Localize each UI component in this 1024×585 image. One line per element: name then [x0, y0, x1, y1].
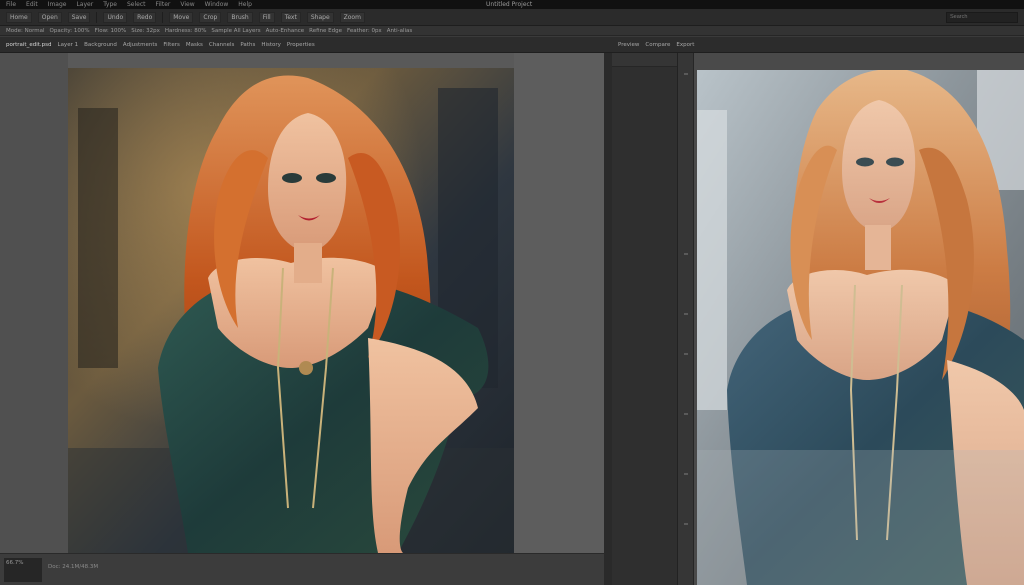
- home-button[interactable]: Home: [6, 11, 32, 23]
- canvas-pasteboard-left: [0, 53, 68, 553]
- scroll-tick: [684, 253, 688, 255]
- edited-portrait-image[interactable]: [68, 68, 514, 553]
- menu-view[interactable]: View: [180, 1, 194, 8]
- scroll-tick: [684, 313, 688, 315]
- move-tool-button[interactable]: Move: [169, 11, 194, 23]
- tab-compare[interactable]: Compare: [645, 42, 670, 48]
- toolbar-divider: [162, 11, 164, 23]
- tab-channels[interactable]: Channels: [209, 42, 234, 48]
- tab-properties[interactable]: Properties: [287, 42, 315, 48]
- tab-history[interactable]: History: [261, 42, 281, 48]
- document-info: Doc: 24.1M/48.3M: [48, 564, 99, 570]
- menu-filter[interactable]: Filter: [156, 1, 171, 8]
- left-tab-bar: portrait_edit.psd Layer 1 Background Adj…: [0, 37, 612, 53]
- save-button[interactable]: Save: [67, 11, 91, 23]
- option-flow[interactable]: Flow: 100%: [95, 28, 127, 34]
- canvas-pasteboard-right: [514, 53, 604, 553]
- window-title: Untitled Project: [486, 1, 533, 8]
- status-bar: 66.7% Doc: 24.1M/48.3M: [0, 553, 604, 585]
- menu-bar: File Edit Image Layer Type Select Filter…: [0, 0, 1024, 9]
- option-mode[interactable]: Mode: Normal: [6, 28, 45, 34]
- redo-button[interactable]: Redo: [133, 11, 157, 23]
- vertical-scrollbar[interactable]: [678, 53, 694, 585]
- option-sample-all[interactable]: Sample All Layers: [211, 28, 260, 34]
- menu-help[interactable]: Help: [238, 1, 252, 8]
- tab-document[interactable]: portrait_edit.psd: [6, 42, 52, 48]
- open-button[interactable]: Open: [37, 11, 62, 23]
- text-tool-button[interactable]: Text: [280, 11, 301, 23]
- zoom-tool-button[interactable]: Zoom: [339, 11, 365, 23]
- option-refine-edge[interactable]: Refine Edge: [309, 28, 342, 34]
- scroll-tick: [684, 413, 688, 415]
- main-toolbar: Home Open Save Undo Redo Move Crop Brush…: [0, 9, 1024, 26]
- pane-divider[interactable]: [604, 53, 612, 585]
- fill-tool-button[interactable]: Fill: [258, 11, 275, 23]
- right-tab-bar: Preview Compare Export: [612, 37, 1024, 53]
- option-anti-alias[interactable]: Anti-alias: [387, 28, 413, 34]
- option-hardness[interactable]: Hardness: 80%: [165, 28, 207, 34]
- option-auto-enhance[interactable]: Auto-Enhance: [266, 28, 305, 34]
- menu-edit[interactable]: Edit: [26, 1, 38, 8]
- tab-export[interactable]: Export: [676, 42, 694, 48]
- option-opacity[interactable]: Opacity: 100%: [50, 28, 90, 34]
- original-portrait-image[interactable]: [697, 70, 1024, 585]
- scroll-tick: [684, 473, 688, 475]
- option-feather[interactable]: Feather: 0px: [347, 28, 382, 34]
- menu-type[interactable]: Type: [103, 1, 117, 8]
- menu-image[interactable]: Image: [48, 1, 67, 8]
- scroll-tick: [684, 73, 688, 75]
- tab-masks[interactable]: Masks: [186, 42, 203, 48]
- crop-tool-button[interactable]: Crop: [199, 11, 222, 23]
- menu-window[interactable]: Window: [205, 1, 229, 8]
- tab-background[interactable]: Background: [84, 42, 117, 48]
- tab-paths[interactable]: Paths: [240, 42, 255, 48]
- undo-button[interactable]: Undo: [103, 11, 128, 23]
- tab-adjustments[interactable]: Adjustments: [123, 42, 157, 48]
- toolbar-divider: [96, 11, 98, 23]
- layers-panel-header: [612, 53, 677, 67]
- options-bar: Mode: Normal Opacity: 100% Flow: 100% Si…: [0, 26, 1024, 36]
- layers-panel: [612, 53, 678, 585]
- option-size[interactable]: Size: 32px: [131, 28, 160, 34]
- brush-tool-button[interactable]: Brush: [227, 11, 253, 23]
- menu-file[interactable]: File: [6, 1, 16, 8]
- search-input[interactable]: [946, 11, 1018, 23]
- scroll-tick: [684, 523, 688, 525]
- zoom-level[interactable]: 66.7%: [4, 558, 42, 582]
- shape-tool-button[interactable]: Shape: [306, 11, 334, 23]
- tab-preview[interactable]: Preview: [618, 42, 639, 48]
- tab-layer[interactable]: Layer 1: [58, 42, 79, 48]
- menu-select[interactable]: Select: [127, 1, 146, 8]
- tab-filters[interactable]: Filters: [163, 42, 180, 48]
- scroll-tick: [684, 353, 688, 355]
- menu-layer[interactable]: Layer: [76, 1, 93, 8]
